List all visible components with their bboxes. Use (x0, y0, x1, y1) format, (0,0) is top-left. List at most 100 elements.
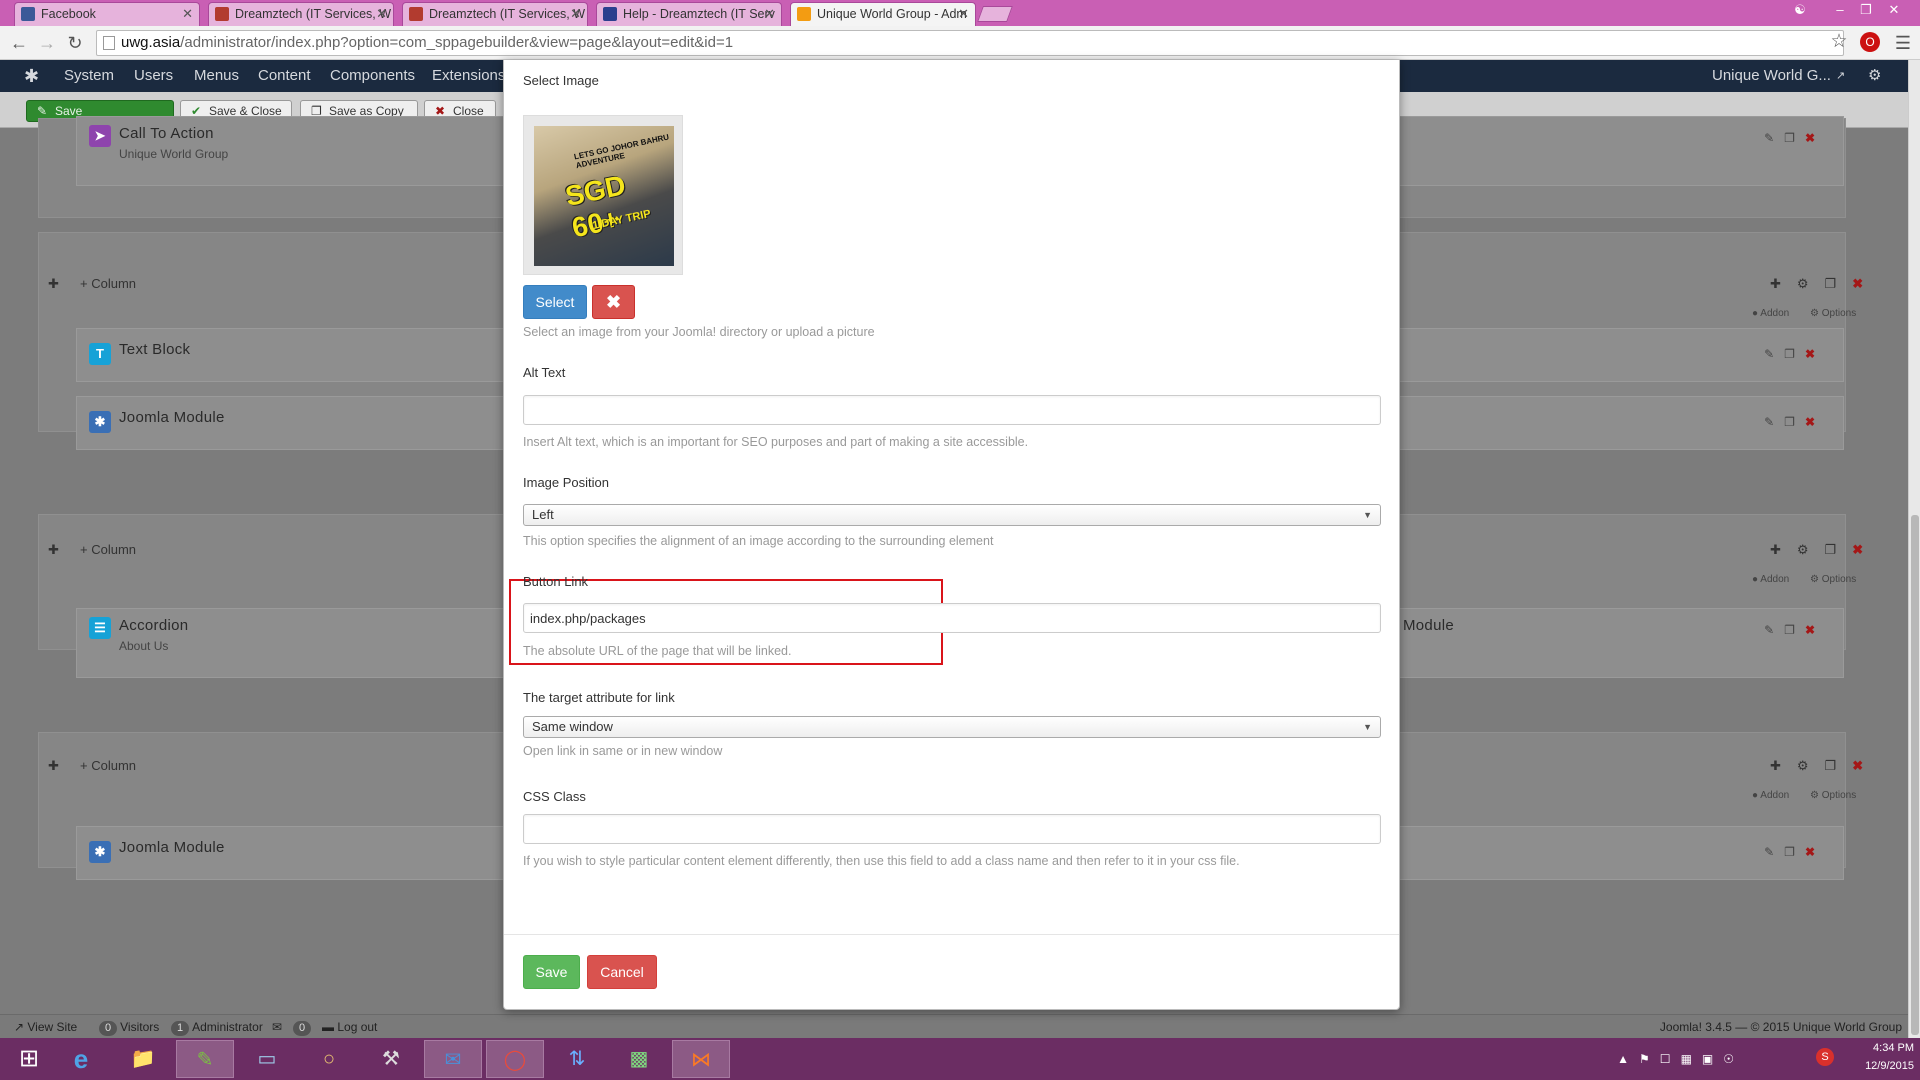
delete-icon[interactable]: ✖ (1852, 276, 1879, 291)
column-header[interactable]: + Column (80, 542, 136, 562)
tray-icons[interactable]: ▲⚑☐▦▣☉ (1617, 1052, 1744, 1066)
remove-image-button[interactable]: ✖ (592, 285, 635, 319)
tool-icon[interactable]: ⚒ (362, 1040, 420, 1078)
file-explorer-icon[interactable]: 📁 (114, 1040, 172, 1078)
link-target-select[interactable]: Same window ▼ (523, 716, 1381, 738)
new-tab-button[interactable] (977, 6, 1013, 22)
reload-icon[interactable]: ↻ (64, 32, 86, 54)
delete-icon[interactable]: ✖ (1805, 347, 1825, 361)
column-header[interactable]: + Column (80, 758, 136, 778)
modal-cancel-button[interactable]: Cancel (587, 955, 657, 989)
xampp-icon[interactable]: ⋈ (672, 1040, 730, 1078)
css-class-input[interactable] (523, 814, 1381, 844)
user-icon[interactable]: ☯ (1786, 0, 1814, 20)
column-move-icon[interactable]: ✚ (48, 276, 59, 296)
addon-actions[interactable]: ✎❐✖ (1764, 415, 1825, 429)
joomla-module-icon: ✱ (89, 411, 111, 433)
site-name-link[interactable]: Unique World G... (1712, 60, 1831, 92)
messages-icon[interactable]: ✉ (272, 1015, 282, 1039)
close-window-icon[interactable]: ✕ (1880, 0, 1908, 20)
scrollbar-thumb[interactable] (1911, 515, 1919, 1035)
clock-time[interactable]: 4:34 PM (1850, 1042, 1914, 1054)
forward-arrow-icon[interactable]: → (36, 32, 58, 54)
chrome-icon[interactable]: ◯ (486, 1040, 544, 1078)
restore-icon[interactable]: ❐ (1852, 0, 1880, 20)
internet-explorer-icon[interactable]: e (52, 1040, 110, 1078)
menu-menus[interactable]: Menus (194, 60, 239, 92)
logout-link[interactable]: ▬ Log out (322, 1015, 377, 1039)
addon-actions[interactable]: ✎❐✖ (1764, 347, 1825, 361)
paint-icon[interactable]: ○ (300, 1040, 358, 1078)
tab-dreamztech-2[interactable]: Dreamztech (IT Services, W ✕ (402, 2, 588, 26)
row-actions[interactable]: ✚⚙❐✖ (1770, 542, 1879, 558)
row-actions[interactable]: ✚⚙❐✖ (1770, 758, 1879, 774)
addon-link[interactable]: ● Addon (1752, 308, 1789, 319)
row-actions[interactable]: ✚⚙❐✖ (1770, 276, 1879, 292)
close-tab-icon[interactable]: ✕ (182, 3, 193, 25)
column-move-icon[interactable]: ✚ (48, 542, 59, 562)
image-position-select[interactable]: Left ▼ (523, 504, 1381, 526)
column-move-icon[interactable]: ✚ (48, 758, 59, 778)
delete-icon[interactable]: ✖ (1852, 758, 1879, 773)
menu-system[interactable]: System (64, 60, 114, 92)
minimize-icon[interactable]: – (1826, 0, 1854, 20)
joomla-icon (797, 7, 811, 21)
addon-actions[interactable]: ✎❐✖ (1764, 845, 1825, 859)
notepad-icon[interactable]: ✎ (176, 1040, 234, 1078)
addon-actions[interactable]: ✎❐✖ (1764, 131, 1825, 145)
tab-help-dreamztech[interactable]: Help - Dreamztech (IT Serv ✕ (596, 2, 782, 26)
addon-link[interactable]: ● Addon (1752, 574, 1789, 585)
joomla-module-icon: ✱ (89, 841, 111, 863)
close-tab-icon[interactable]: ✕ (764, 3, 775, 25)
network-icon[interactable]: ⇅ (548, 1040, 606, 1078)
alt-text-input[interactable] (523, 395, 1381, 425)
url-input[interactable]: uwg.asia/administrator/index.php?option=… (96, 30, 1844, 56)
menu-extensions[interactable]: Extensions (432, 60, 505, 92)
modal-footer-divider (504, 934, 1399, 935)
text-block-icon: T (89, 343, 111, 365)
menu-components[interactable]: Components (330, 60, 415, 92)
tab-dreamztech-1[interactable]: Dreamztech (IT Services, W ✕ (208, 2, 394, 26)
app-icon[interactable]: ▭ (238, 1040, 296, 1078)
messages-status[interactable]: 0 (290, 1015, 314, 1039)
delete-icon[interactable]: ✖ (1805, 131, 1825, 145)
menu-icon[interactable]: ☰ (1892, 32, 1914, 54)
delete-icon[interactable]: ✖ (1852, 542, 1879, 557)
bookmark-star-icon[interactable]: ☆ (1828, 31, 1850, 53)
addon-link[interactable]: ● Addon (1752, 790, 1789, 801)
modal-save-button[interactable]: Save (523, 955, 580, 989)
close-tab-icon[interactable]: ✕ (958, 3, 969, 25)
addon-link-label: Addon (1760, 574, 1790, 585)
button-link-input[interactable] (523, 603, 1381, 633)
tray-app-icon[interactable]: S (1816, 1048, 1834, 1066)
url-host: uwg.asia (121, 34, 181, 51)
view-site-link[interactable]: ↗ View Site (14, 1015, 77, 1039)
options-link[interactable]: ⚙ Options (1810, 790, 1856, 801)
delete-icon[interactable]: ✖ (1805, 845, 1825, 859)
delete-icon[interactable]: ✖ (1805, 415, 1825, 429)
alt-text-help: Insert Alt text, which is an important f… (523, 435, 1029, 449)
column-header[interactable]: + Column (80, 276, 136, 296)
opera-icon[interactable]: O (1860, 32, 1880, 52)
thunderbird-icon[interactable]: ✉ (424, 1040, 482, 1078)
options-link[interactable]: ⚙ Options (1810, 308, 1856, 319)
delete-icon[interactable]: ✖ (1805, 623, 1825, 637)
menu-users[interactable]: Users (134, 60, 173, 92)
options-link[interactable]: ⚙ Options (1810, 574, 1856, 585)
select-image-button[interactable]: Select (523, 285, 587, 319)
tab-unique-world-group[interactable]: Unique World Group - Adm ✕ (790, 2, 976, 26)
page-scrollbar[interactable] (1908, 60, 1920, 1038)
menu-content[interactable]: Content (258, 60, 311, 92)
messages-badge: 0 (293, 1021, 312, 1036)
addon-actions[interactable]: ✎❐✖ (1764, 623, 1825, 637)
back-arrow-icon[interactable]: ← (8, 32, 30, 54)
close-tab-icon[interactable]: ✕ (570, 3, 581, 25)
network-icon-2[interactable]: ▩ (610, 1040, 668, 1078)
gear-icon[interactable]: ⚙ (1868, 60, 1881, 92)
tab-title: Dreamztech (IT Services, W (235, 7, 392, 21)
start-icon[interactable]: ⊞ (0, 1040, 58, 1078)
joomla-logo-icon[interactable]: ✱ (24, 60, 39, 92)
tab-facebook[interactable]: Facebook ✕ (14, 2, 200, 26)
close-tab-icon[interactable]: ✕ (376, 3, 387, 25)
clock-date[interactable]: 12/9/2015 (1850, 1060, 1914, 1072)
